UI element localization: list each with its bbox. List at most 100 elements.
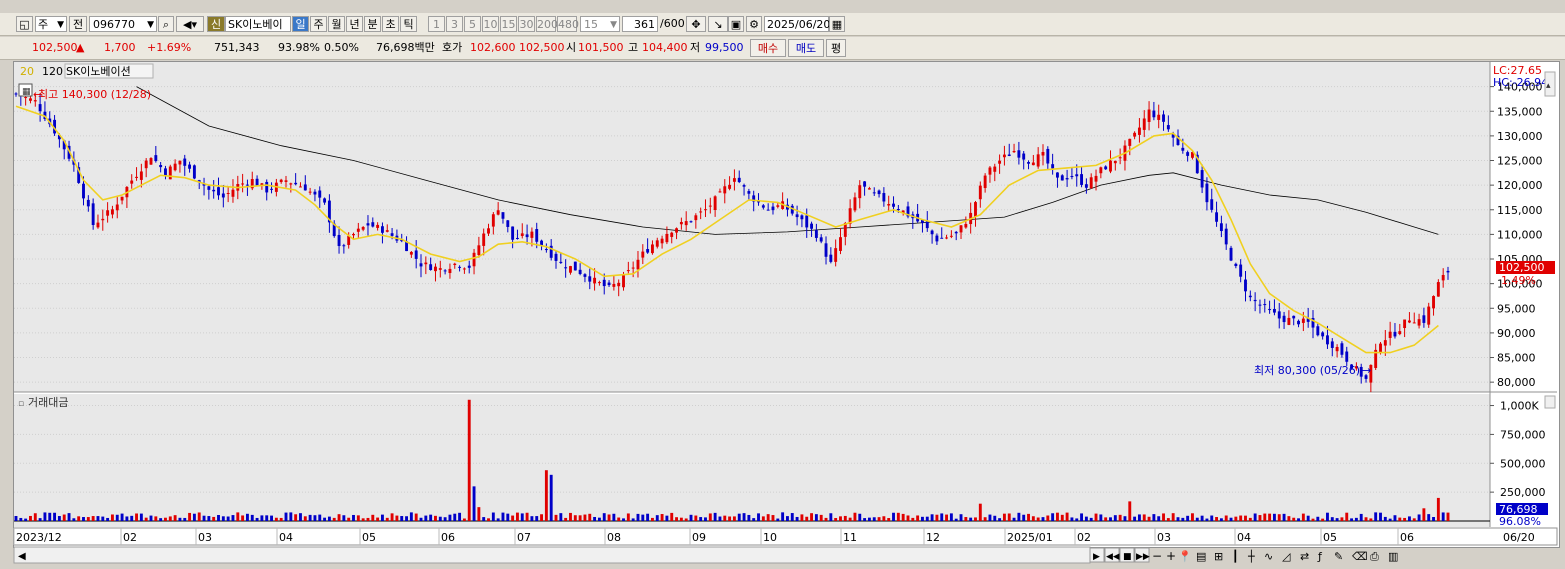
horizontal-scrollbar[interactable] <box>13 546 1091 564</box>
volume-bar <box>839 516 842 521</box>
volume-bar <box>1441 512 1445 521</box>
candle-body <box>1166 125 1170 130</box>
volume-bar <box>564 517 568 521</box>
volume-bar <box>236 512 240 521</box>
candle-body <box>1422 315 1426 323</box>
volume-bar <box>1089 517 1093 521</box>
volume-bar <box>853 512 857 521</box>
candle-body <box>1065 178 1069 180</box>
candle-body <box>805 215 809 228</box>
volume-bar <box>458 512 462 521</box>
y-tick-label: 130,000 <box>1497 130 1543 143</box>
layout-icon[interactable]: ▥ <box>1388 550 1398 563</box>
candle-body <box>380 226 384 233</box>
volume-bar <box>477 507 481 521</box>
line-type-icon[interactable]: ∿ <box>1264 550 1273 563</box>
legend-ma120: 120 <box>42 65 63 78</box>
candle-body <box>231 189 235 197</box>
volume-bar <box>337 514 341 521</box>
volume-pane-icon[interactable]: ▫ <box>18 399 24 409</box>
candle-body <box>1432 296 1435 309</box>
candle-body <box>655 240 659 247</box>
candle-body <box>139 171 143 180</box>
volume-bar <box>270 515 273 521</box>
high-annotation: 최고 140,300 (12/28) <box>38 88 151 101</box>
candle-body <box>593 277 597 284</box>
candle-body <box>1427 306 1431 325</box>
candle-body <box>935 235 939 242</box>
volume-bar <box>612 513 616 521</box>
candle-body <box>154 155 158 162</box>
candle-body <box>1162 114 1165 122</box>
volume-bar <box>752 518 756 521</box>
volume-bar <box>1403 517 1407 521</box>
candle-body <box>1379 343 1382 353</box>
volume-bar <box>390 513 394 521</box>
volume-bar <box>887 518 891 521</box>
volume-bar <box>496 518 500 521</box>
volume-bar <box>993 515 997 521</box>
volume-bar <box>221 516 225 521</box>
volume-bar <box>863 518 867 521</box>
x-tick-label: 02 <box>123 531 137 544</box>
area-type-icon[interactable]: ◿ <box>1282 550 1291 563</box>
volume-bar <box>139 513 143 521</box>
candle-body <box>713 196 717 210</box>
bar-type-icon[interactable]: ┼ <box>1247 549 1255 563</box>
volume-bar <box>911 517 915 521</box>
ruler-icon[interactable]: ▤ <box>1196 550 1206 563</box>
volume-bar <box>57 516 61 521</box>
candle-body <box>1200 170 1204 188</box>
candle-body <box>573 261 577 271</box>
candle-body <box>1080 174 1084 185</box>
volume-bar <box>569 512 572 521</box>
volume-bar <box>135 513 138 521</box>
print-icon[interactable]: ⎙ <box>1370 550 1379 563</box>
candle-body <box>853 197 857 211</box>
candle-type-icon[interactable]: ┃ <box>1232 549 1239 563</box>
candle-body <box>1113 160 1117 164</box>
candle-body <box>650 244 654 254</box>
x-tick-label: 03 <box>1157 531 1171 544</box>
candle-body <box>212 189 216 192</box>
candle-body <box>1215 212 1219 222</box>
volume-pane-title: 거래대금 <box>28 396 68 409</box>
volume-bar <box>1388 518 1392 521</box>
candle-body <box>1345 351 1349 362</box>
zoom-out-icon[interactable]: − <box>1152 549 1162 563</box>
volume-bar <box>1118 514 1122 521</box>
volume-bar <box>819 514 823 521</box>
indicator-icon[interactable]: ƒ <box>1317 550 1323 563</box>
candle-body <box>294 182 298 185</box>
candle-body <box>564 267 568 269</box>
volume-bar <box>308 514 312 521</box>
volume-bar <box>515 512 519 521</box>
hc-label: HC:-26.94 <box>1493 76 1548 89</box>
volume-bar <box>892 512 895 521</box>
zoom-in-icon[interactable]: + <box>1166 549 1176 563</box>
volume-bar <box>110 514 114 521</box>
drawing-icon[interactable]: ✎ <box>1334 550 1343 563</box>
volume-bar <box>1282 513 1286 521</box>
volume-bar <box>48 512 52 521</box>
eraser-icon[interactable]: ⌫ <box>1352 550 1368 563</box>
candle-body <box>135 176 138 178</box>
volume-bar <box>501 512 505 521</box>
compare-icon[interactable]: ⇄ <box>1300 550 1309 563</box>
volume-bar <box>708 513 712 521</box>
grid-icon[interactable]: ⊞ <box>1214 550 1223 563</box>
candle-body <box>1007 154 1011 156</box>
volume-bar <box>530 516 534 521</box>
volume-bar <box>86 517 90 521</box>
volume-pct-label: 96.08% <box>1499 515 1541 528</box>
candle-body <box>245 184 249 186</box>
x-tick-label: 02 <box>1077 531 1091 544</box>
candle-body <box>323 198 327 203</box>
volume-bar <box>405 516 408 521</box>
volume-bar <box>665 515 669 521</box>
pin-icon[interactable]: 📍 <box>1178 550 1192 563</box>
volume-scale-button[interactable] <box>1544 395 1556 409</box>
volume-bar <box>617 517 621 521</box>
volume-bar <box>1166 518 1170 521</box>
scroll-left-icon[interactable]: ◀ <box>18 551 26 562</box>
